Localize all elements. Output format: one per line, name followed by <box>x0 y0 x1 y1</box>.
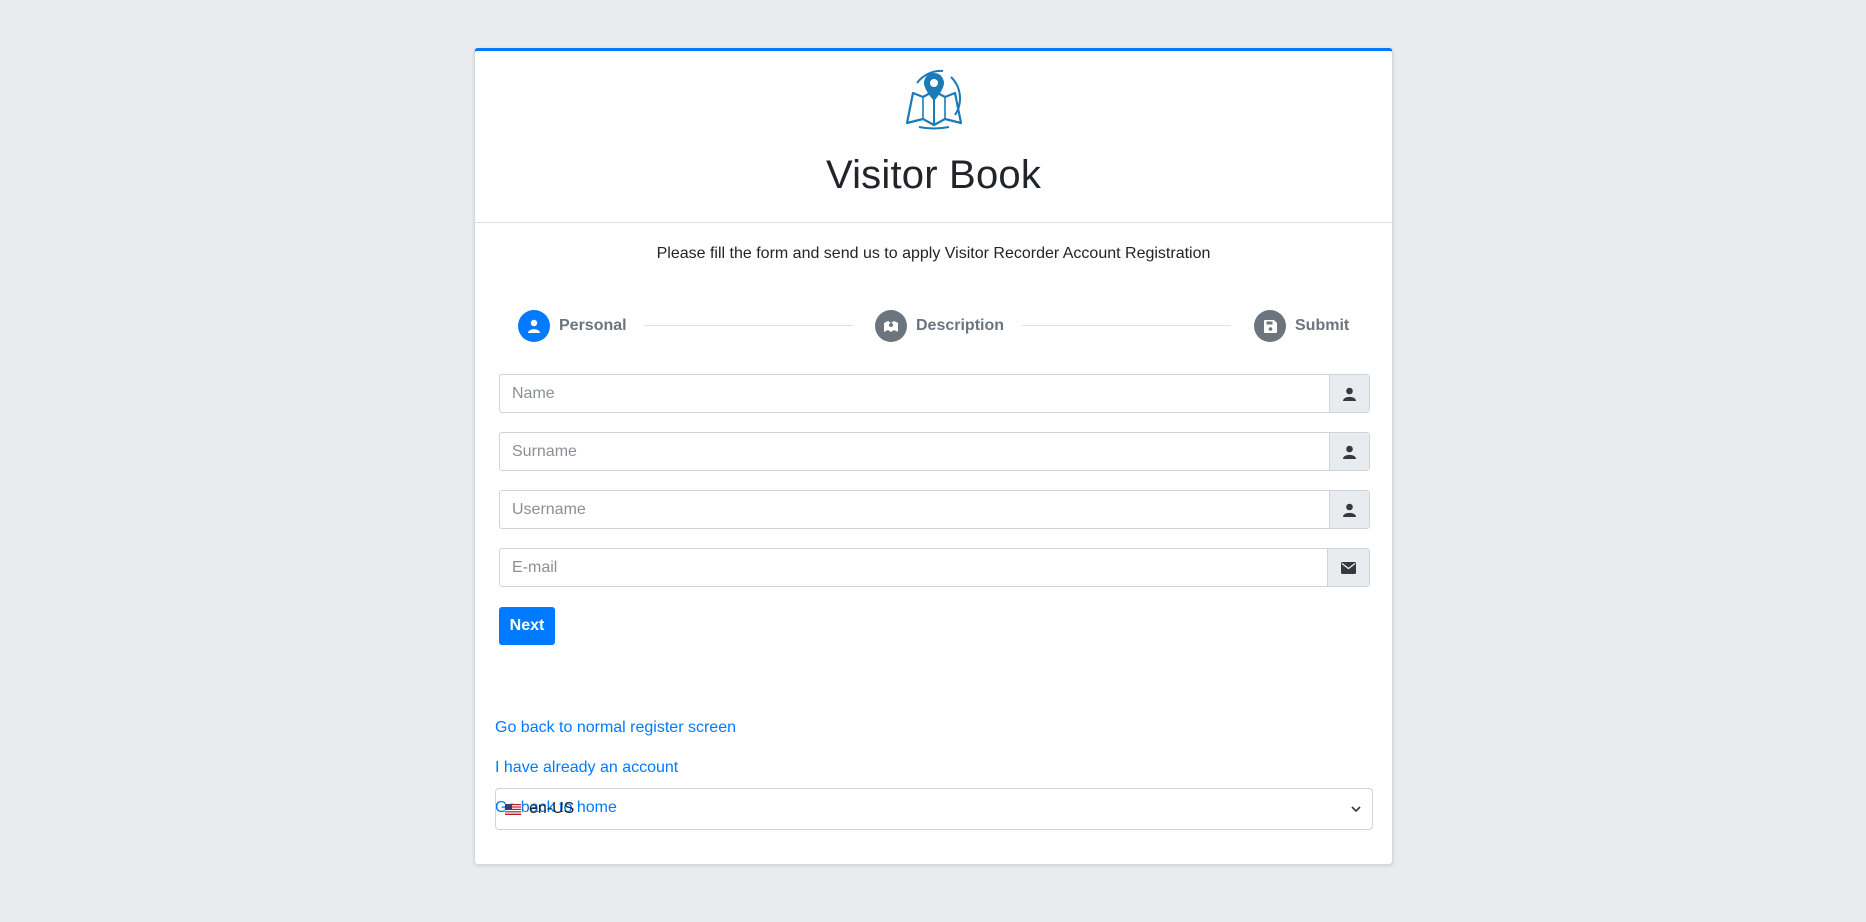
register-screen-link[interactable]: Go back to normal register screen <box>495 719 736 737</box>
step-connector <box>644 325 853 326</box>
form-instructions: Please fill the form and send us to appl… <box>656 245 1211 262</box>
step-label: Description <box>916 317 1005 334</box>
step-submit[interactable]: Submit <box>1254 309 1349 343</box>
step-connector <box>1022 325 1231 326</box>
floppy-disk-icon <box>1254 310 1286 342</box>
user-icon <box>1329 433 1369 470</box>
user-icon <box>518 310 550 342</box>
next-button[interactable]: Next <box>499 607 555 645</box>
email-field <box>499 548 1370 587</box>
surname-field <box>499 432 1370 471</box>
username-input[interactable] <box>500 491 1329 528</box>
surname-input[interactable] <box>500 433 1329 470</box>
name-field <box>499 374 1370 413</box>
name-input[interactable] <box>500 375 1329 412</box>
page-title: Visitor Book <box>825 153 1042 197</box>
login-link[interactable]: I have already an account <box>495 759 678 777</box>
step-description[interactable]: Description <box>875 309 1004 343</box>
us-flag-icon <box>505 803 521 815</box>
email-input[interactable] <box>500 549 1327 586</box>
step-personal[interactable]: Personal <box>518 309 627 343</box>
card-header: Visitor Book <box>475 51 1392 223</box>
step-label: Submit <box>1295 317 1350 334</box>
step-label: Personal <box>559 317 627 334</box>
username-field <box>499 490 1370 529</box>
envelope-icon <box>1327 549 1369 586</box>
language-select[interactable]: en-US <box>495 788 1373 830</box>
user-icon <box>1329 375 1369 412</box>
registration-stepper: Personal Description Submit <box>518 309 1349 343</box>
registration-card: Visitor Book Please fill the form and se… <box>474 48 1393 865</box>
user-icon <box>1329 491 1369 528</box>
chevron-down-icon <box>1351 806 1361 813</box>
language-value: en-US <box>529 800 575 817</box>
map-pin-book-icon <box>905 69 962 130</box>
map-icon <box>875 310 907 342</box>
